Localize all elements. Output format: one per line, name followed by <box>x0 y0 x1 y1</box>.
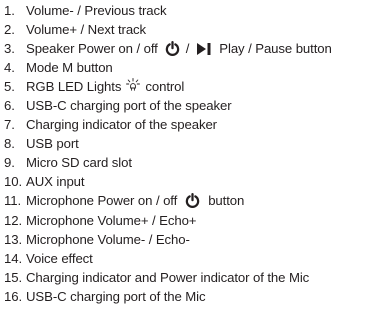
item-text: USB-C charging port of the speaker <box>26 98 232 114</box>
power-icon <box>185 193 200 209</box>
power-icon <box>165 41 180 57</box>
item-number: 15. <box>4 269 23 285</box>
item-text-play-pause: Play / Pause button <box>219 41 332 57</box>
list-item: 6. USB-C charging port of the speaker <box>4 96 332 115</box>
item-number: 11. <box>4 193 22 209</box>
list-item: 7. Charging indicator of the speaker <box>4 115 332 134</box>
play-pause-icon <box>197 42 212 55</box>
list-item: 15. Charging indicator and Power indicat… <box>4 268 332 287</box>
item-text: USB port <box>26 136 79 152</box>
item-number: 9. <box>4 155 15 171</box>
item-text-rgb: RGB LED Lights <box>26 79 122 95</box>
list-item: 12. Microphone Volume+ / Echo+ <box>4 211 332 230</box>
list-item: 13. Microphone Volume- / Echo- <box>4 230 332 249</box>
item-number: 16. <box>4 288 23 304</box>
list-item: 5. RGB LED Lights control <box>4 77 332 96</box>
item-number: 4. <box>4 60 15 76</box>
item-text: Micro SD card slot <box>26 155 132 171</box>
item-number: 10. <box>4 174 23 190</box>
item-text-button: button <box>208 193 245 209</box>
item-number: 7. <box>4 117 15 133</box>
item-number: 13. <box>4 231 23 247</box>
item-number: 1. <box>4 3 15 19</box>
item-text-speaker-power: Speaker Power on / off <box>26 41 158 57</box>
item-text: Mode M button <box>26 60 113 76</box>
separator-text: / <box>185 41 190 57</box>
list-item: 1. Volume- / Previous track <box>4 1 332 20</box>
item-text: USB-C charging port of the Mic <box>26 288 206 304</box>
item-text: Voice effect <box>26 250 93 266</box>
list-item: 10. AUX input <box>4 172 332 191</box>
item-text: Volume- / Previous track <box>26 3 167 19</box>
list-item: 2. Volume+ / Next track <box>4 20 332 39</box>
item-text: Charging indicator and Power indicator o… <box>26 269 310 285</box>
item-text-control: control <box>145 79 185 95</box>
list-item: 9. Micro SD card slot <box>4 153 332 172</box>
list-item: 16. USB-C charging port of the Mic <box>4 287 332 306</box>
item-number: 14. <box>4 250 23 266</box>
item-text: Charging indicator of the speaker <box>26 117 217 133</box>
list-item: 14. Voice effect <box>4 249 332 268</box>
list-item: 3. Speaker Power on / off / Play / Pause… <box>4 39 332 58</box>
item-text: Microphone Volume+ / Echo+ <box>26 212 197 228</box>
list-item: 11. Microphone Power on / off button <box>4 191 332 210</box>
item-text: AUX input <box>26 174 85 190</box>
item-number: 3. <box>4 41 15 57</box>
item-number: 6. <box>4 98 15 114</box>
item-number: 12. <box>4 212 23 228</box>
item-number: 8. <box>4 136 15 152</box>
feature-list: 1. Volume- / Previous track 2. Volume+ /… <box>4 1 332 306</box>
led-light-icon <box>126 78 141 91</box>
list-item: 8. USB port <box>4 134 332 153</box>
item-number: 2. <box>4 22 15 38</box>
item-text: Volume+ / Next track <box>26 22 147 38</box>
item-text: Microphone Volume- / Echo- <box>26 231 190 247</box>
item-text-mic-power: Microphone Power on / off <box>26 193 178 209</box>
item-number: 5. <box>4 79 15 95</box>
list-item: 4. Mode M button <box>4 58 332 77</box>
